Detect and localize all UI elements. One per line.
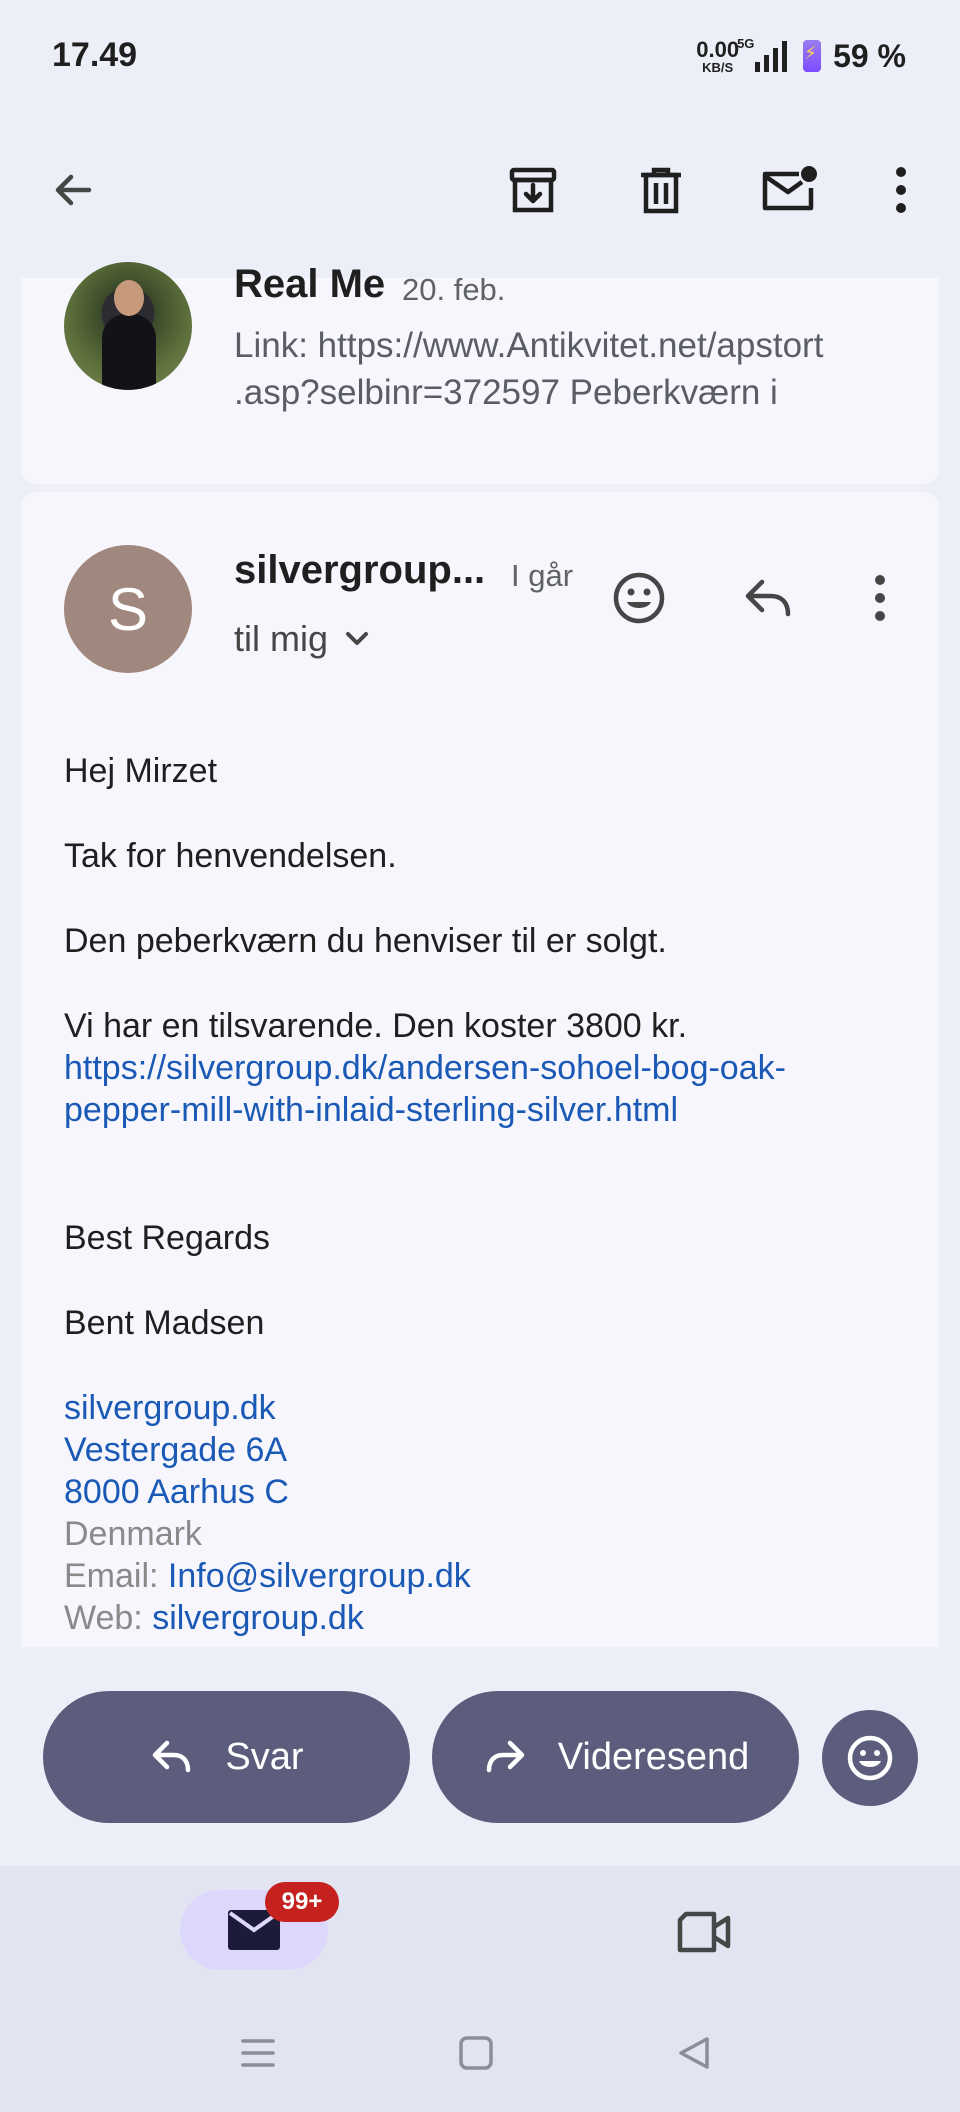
email-link[interactable]: Info@silvergroup.dk	[168, 1557, 471, 1595]
recipients-toggle[interactable]: til mig	[234, 618, 370, 660]
emoji-icon	[847, 1735, 893, 1781]
signature-web-row: Web: silvergroup.dk	[64, 1599, 364, 1638]
unread-count-badge: 99+	[265, 1882, 339, 1922]
signature-city-link[interactable]: 8000 Aarhus C	[64, 1473, 289, 1512]
more-options-button[interactable]	[861, 150, 941, 230]
signature-site-link[interactable]: silvergroup.dk	[64, 1389, 276, 1428]
body-greeting: Hej Mirzet	[64, 752, 218, 790]
menu-icon	[241, 2039, 275, 2067]
archive-icon	[509, 167, 557, 213]
video-camera-icon	[677, 1911, 731, 1953]
forward-pill-button[interactable]: Videresend	[432, 1691, 799, 1823]
reply-pill-button[interactable]: Svar	[43, 1691, 410, 1823]
body-line: Tak for henvendelsen.	[64, 837, 397, 875]
web-label: Web:	[64, 1599, 153, 1637]
home-square-icon	[459, 2036, 493, 2070]
signature-email-row: Email: Info@silvergroup.dk	[64, 1557, 471, 1596]
add-reaction-button[interactable]	[599, 558, 679, 638]
status-time: 17.49	[52, 36, 138, 74]
system-recents-button[interactable]	[228, 2020, 288, 2086]
battery-icon	[803, 40, 822, 72]
sender-letter-avatar[interactable]: S	[64, 545, 192, 673]
trash-icon	[641, 167, 681, 214]
network-speed-unit: KB/S	[702, 59, 734, 75]
body-line: Vi har en tilsvarende. Den koster 3800 k…	[64, 1007, 688, 1045]
nav-meet-tab[interactable]	[664, 1900, 744, 1964]
react-button[interactable]	[822, 1710, 918, 1806]
status-indicators: 0.00 KB/S 5G 59 %	[696, 36, 906, 76]
network-speed-value: 0.00	[696, 36, 740, 62]
forward-label: Videresend	[557, 1735, 750, 1778]
collapsed-preview: Link: https://www.Antikvitet.net/apstort…	[234, 326, 824, 412]
reply-label: Svar	[225, 1735, 304, 1778]
signature-street-link[interactable]: Vestergade 6A	[64, 1431, 287, 1470]
more-vert-icon	[875, 575, 885, 621]
more-vert-icon	[896, 167, 906, 213]
signature-country: Denmark	[64, 1515, 202, 1553]
delete-button[interactable]	[621, 150, 701, 230]
recipients-label: til mig	[234, 618, 329, 659]
reply-icon	[153, 1740, 191, 1773]
system-home-button[interactable]	[446, 2020, 506, 2086]
chevron-down-icon	[346, 632, 369, 645]
web-link[interactable]: silvergroup.dk	[152, 1599, 364, 1637]
product-link[interactable]: pepper-mill-with-inlaid-sterling-silver.…	[64, 1091, 678, 1130]
collapsed-sender-name: Real Me	[234, 262, 386, 306]
system-back-button[interactable]	[664, 2020, 724, 2086]
network-speed: 0.00 KB/S	[696, 36, 740, 75]
message-date: I går	[511, 558, 574, 593]
emoji-icon	[613, 572, 665, 624]
body-line: Den peberkværn du henviser til er solgt.	[64, 922, 667, 960]
archive-button[interactable]	[493, 150, 573, 230]
back-button[interactable]	[33, 150, 113, 230]
product-link[interactable]: https://silvergroup.dk/andersen-sohoel-b…	[64, 1049, 786, 1088]
sender-name[interactable]: silvergroup...	[234, 548, 485, 593]
body-signature-name: Bent Madsen	[64, 1304, 265, 1342]
reply-button[interactable]	[728, 558, 808, 638]
message-more-button[interactable]	[840, 558, 920, 638]
signal-icon: 5G	[737, 36, 788, 72]
network-type: 5G	[737, 36, 755, 51]
sender-photo-avatar	[64, 262, 192, 390]
back-triangle-icon	[679, 2037, 709, 2069]
mark-unread-button[interactable]	[749, 150, 829, 230]
reply-icon	[745, 579, 791, 617]
mark-unread-icon	[762, 166, 817, 211]
email-label: Email:	[64, 1557, 168, 1595]
collapsed-date: 20. feb.	[402, 272, 506, 307]
battery-level: 59 %	[833, 37, 906, 74]
forward-icon	[486, 1740, 524, 1773]
body-regards: Best Regards	[64, 1219, 270, 1257]
arrow-left-icon	[55, 174, 92, 206]
